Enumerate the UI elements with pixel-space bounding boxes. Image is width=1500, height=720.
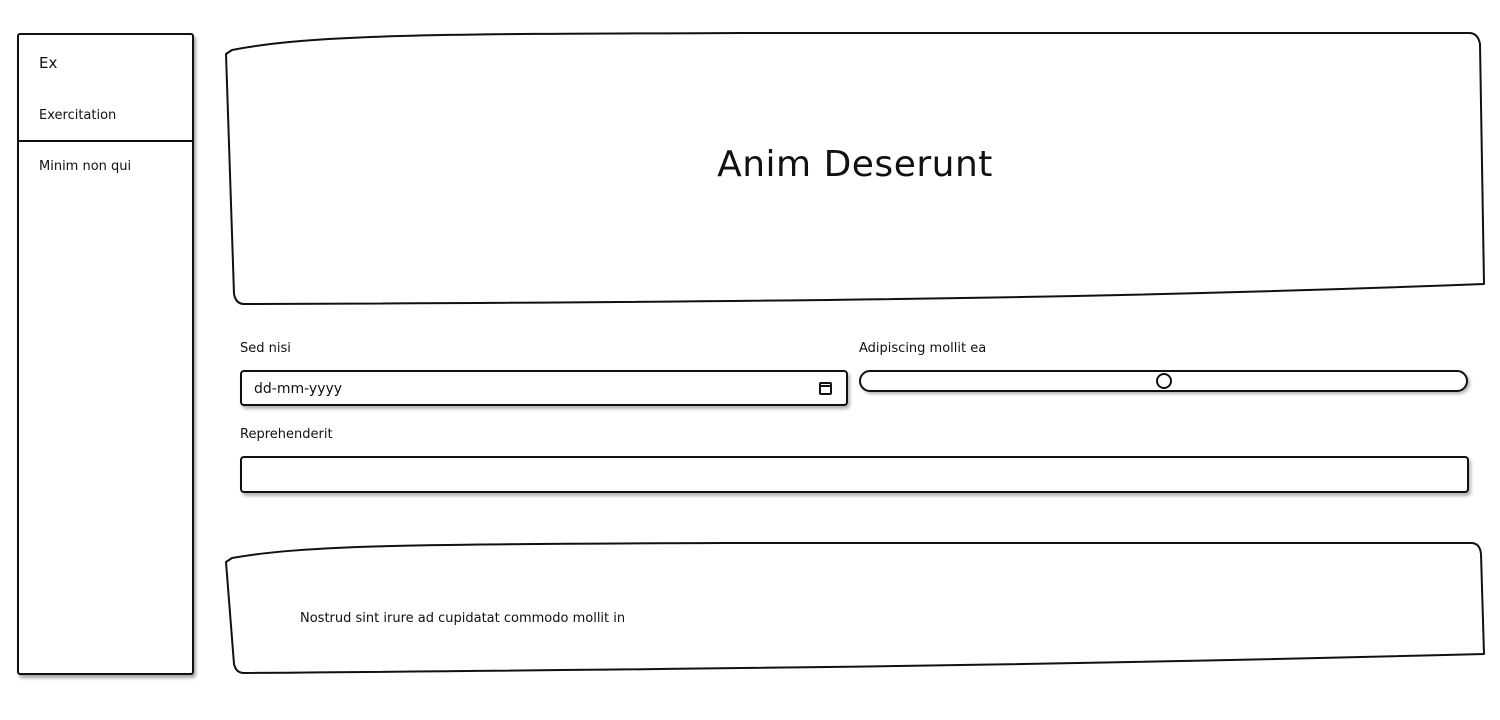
date-field-label: Sed nisi bbox=[240, 341, 291, 356]
footer-border bbox=[225, 542, 1485, 674]
hero-panel: Anim Deserunt bbox=[224, 32, 1486, 308]
date-input-placeholder: dd-mm-yyyy bbox=[254, 381, 343, 397]
footer-text: Nostrud sint irure ad cupidatat commodo … bbox=[300, 611, 626, 626]
sidebar-divider bbox=[19, 140, 192, 142]
footer-panel: Nostrud sint irure ad cupidatat commodo … bbox=[224, 542, 1486, 675]
reprehenderit-text-input[interactable] bbox=[240, 456, 1469, 493]
range-slider-thumb[interactable] bbox=[1155, 373, 1172, 389]
sidebar-brand[interactable]: Ex bbox=[39, 54, 57, 72]
range-slider[interactable] bbox=[859, 370, 1468, 392]
calendar-icon[interactable] bbox=[819, 382, 832, 395]
sidebar: Ex Exercitation Minim non qui bbox=[17, 33, 194, 675]
range-field-label: Adipiscing mollit ea bbox=[859, 341, 987, 356]
sidebar-item-minim-non-qui[interactable]: Minim non qui bbox=[39, 159, 131, 174]
sidebar-item-exercitation[interactable]: Exercitation bbox=[39, 108, 116, 123]
text-field-label: Reprehenderit bbox=[240, 427, 333, 442]
date-input[interactable]: dd-mm-yyyy bbox=[240, 370, 848, 406]
hero-title: Anim Deserunt bbox=[717, 144, 993, 185]
